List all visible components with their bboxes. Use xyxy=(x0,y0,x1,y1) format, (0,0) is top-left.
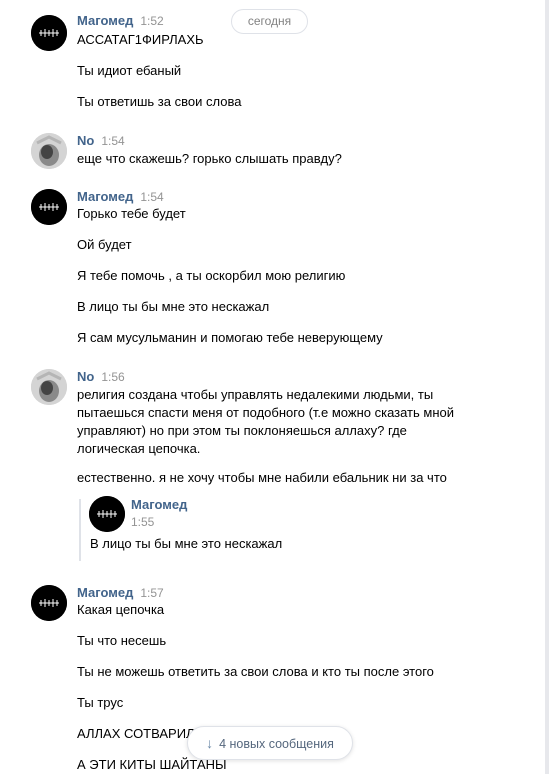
forwarded-time[interactable]: 1:55 xyxy=(131,515,154,529)
message-text: В лицо ты бы мне это нескажал xyxy=(77,299,270,314)
message-text: религия создана чтобы управлять недалеки… xyxy=(77,387,455,456)
message-text: Я тебе помочь , а ты оскорбил мою религи… xyxy=(77,268,346,283)
avatar[interactable] xyxy=(31,133,67,169)
message-time[interactable]: 1:52 xyxy=(140,14,163,28)
sender-name[interactable]: Магомед xyxy=(77,585,133,600)
arrow-down-icon: ↓ xyxy=(206,735,214,751)
message-time[interactable]: 1:54 xyxy=(140,190,163,204)
message-text: Ты что несешь xyxy=(77,633,167,648)
avatar[interactable] xyxy=(31,369,67,405)
sender-name[interactable]: Магомед xyxy=(77,189,133,204)
forwarded-text: В лицо ты бы мне это нескажал xyxy=(90,536,283,551)
message-text: Ты трус xyxy=(77,695,124,710)
message-text: Ты ответишь за свои слова xyxy=(77,94,242,109)
message-time[interactable]: 1:54 xyxy=(101,134,124,148)
logo-icon xyxy=(31,585,67,621)
avatar[interactable] xyxy=(31,15,67,51)
avatar[interactable] xyxy=(31,189,67,225)
message-text: естественно. я не хочу чтобы мне набили … xyxy=(77,470,447,485)
right-border xyxy=(545,0,549,774)
message-text: Ой будет xyxy=(77,237,132,252)
sender-name[interactable]: No xyxy=(77,133,94,148)
logo-icon xyxy=(31,189,67,225)
sender-name[interactable]: Магомед xyxy=(77,13,133,28)
new-messages-label: 4 новых сообщения xyxy=(219,737,334,751)
message-text: Я сам мусульманин и помогаю тебе неверую… xyxy=(77,330,383,345)
profile-photo-icon xyxy=(31,369,67,405)
message-text: Ты не можешь ответить за свои слова и кт… xyxy=(77,664,434,679)
profile-photo-icon xyxy=(31,133,67,169)
avatar[interactable] xyxy=(89,496,125,532)
new-messages-button[interactable]: ↓ 4 новых сообщения xyxy=(187,726,353,760)
sender-name[interactable]: No xyxy=(77,369,94,384)
message-text: еще что скажешь? горько слышать правду? xyxy=(77,151,342,166)
logo-icon xyxy=(31,15,67,51)
message-text: Горько тебе будет xyxy=(77,206,186,221)
forwarded-message[interactable]: Магомед 1:55 В лицо ты бы мне это нескаж… xyxy=(79,496,331,561)
logo-icon xyxy=(89,496,125,532)
avatar[interactable] xyxy=(31,585,67,621)
message-time[interactable]: 1:57 xyxy=(140,586,163,600)
date-divider: сегодня xyxy=(231,9,308,34)
message-text: Какая цепочка xyxy=(77,602,165,617)
message-text: Ты идиот ебаный xyxy=(77,63,182,78)
message-time[interactable]: 1:56 xyxy=(101,370,124,384)
forwarded-sender-name[interactable]: Магомед xyxy=(131,497,187,512)
